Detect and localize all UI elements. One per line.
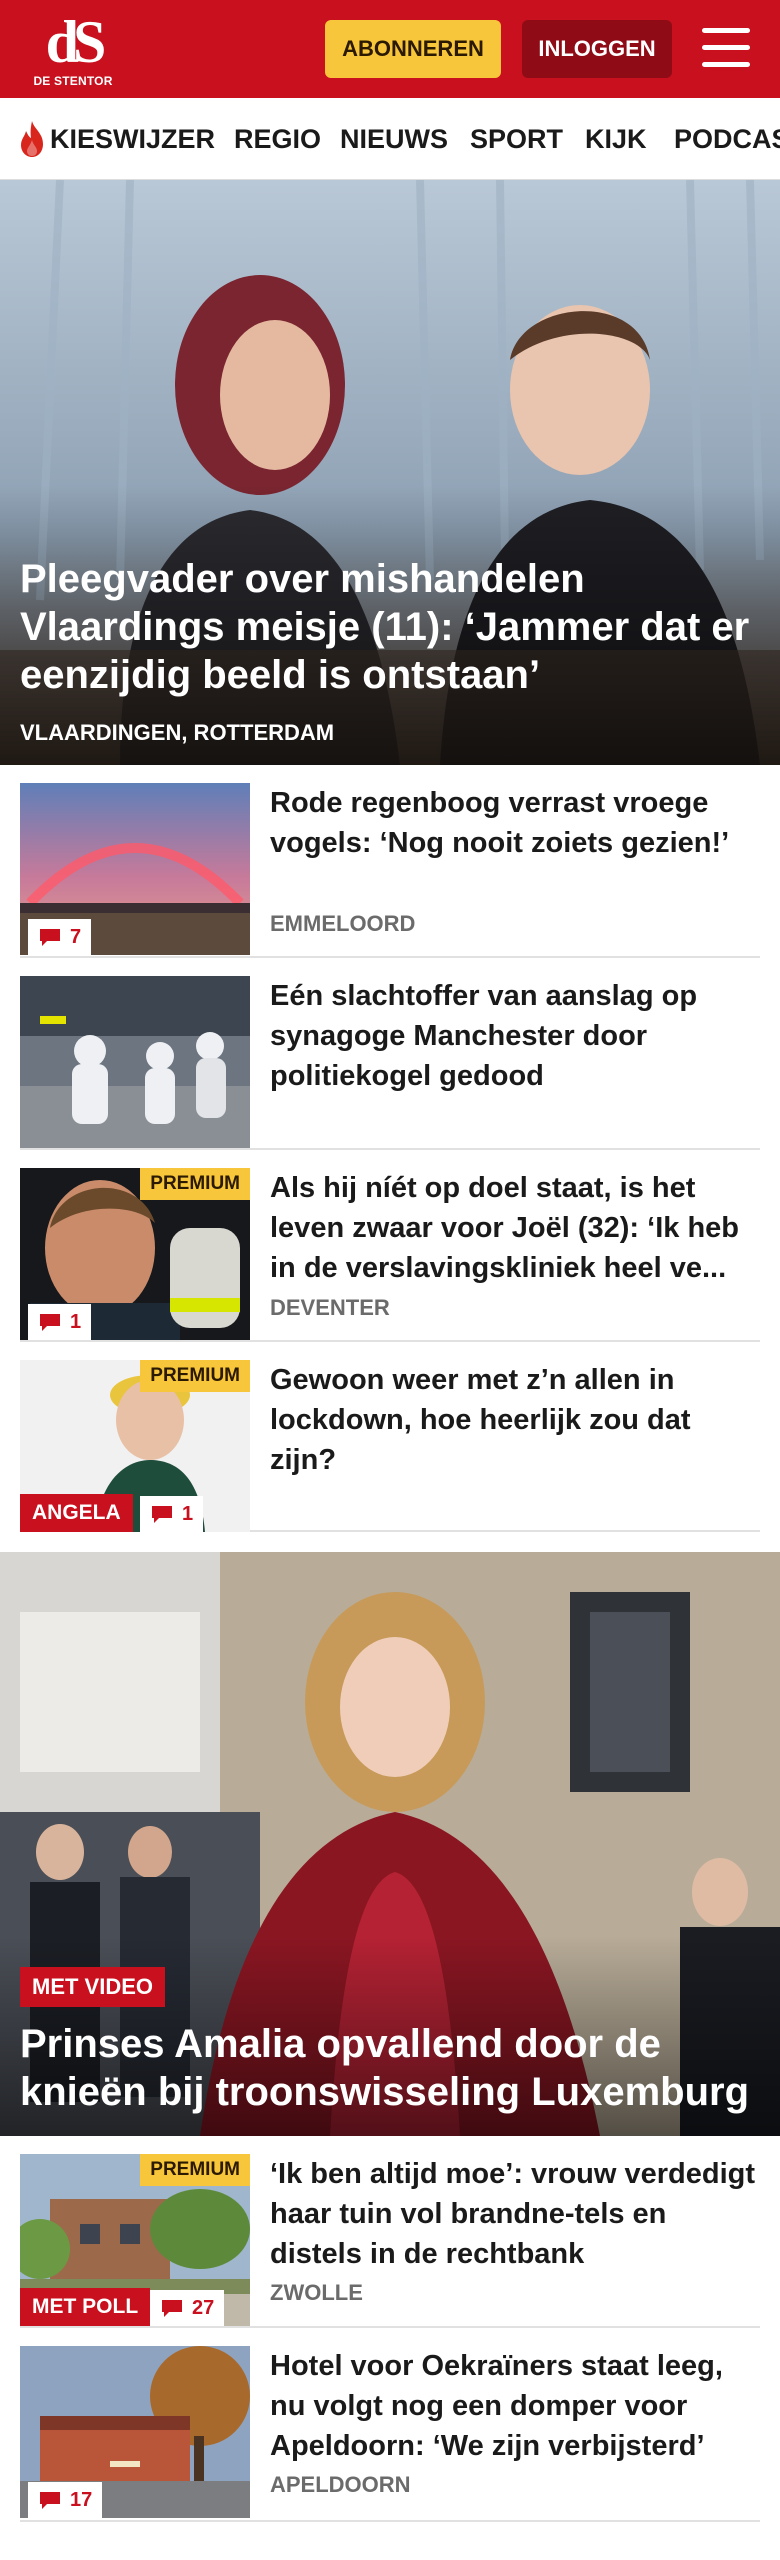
comment-icon (152, 1506, 172, 1523)
nav-item-regio[interactable]: REGIO (234, 98, 321, 179)
logo[interactable]: dS DE STENTOR (28, 12, 118, 88)
comment-count[interactable]: 1 (28, 1304, 92, 1340)
article-item[interactable]: 17 Hotel voor Oekraïners staat leeg, nu … (20, 2328, 760, 2522)
feature-article[interactable]: MET VIDEO Prinses Amalia opvallend door … (0, 1552, 780, 2136)
video-tag: MET VIDEO (20, 1967, 166, 2007)
article-thumbnail: 7 (20, 783, 250, 955)
article-item[interactable]: Eén slachtoffer van aanslag op synagoge … (20, 958, 760, 1150)
comment-count-value: 1 (70, 1310, 82, 1333)
hero-location: VLAARDINGEN, ROTTERDAM (20, 720, 335, 745)
hero-article[interactable]: Pleegvader over mishandelen Vlaardings m… (0, 180, 780, 765)
section-nav: KIESWIJZER REGIO NIEUWS SPORT KIJK PODCA… (0, 98, 780, 180)
article-headline[interactable]: Als hij níét op doel staat, is het leven… (270, 1168, 760, 1288)
article-location: DEVENTER (270, 1295, 390, 1320)
hero-headline[interactable]: Pleegvader over mishandelen Vlaardings m… (20, 555, 770, 699)
article-location: ZWOLLE (270, 2280, 363, 2305)
comment-icon (40, 1314, 60, 1331)
article-item[interactable]: PREMIUM ANGELA 1 Gewoon weer met z’n all… (20, 1342, 760, 1532)
comment-count-value: 7 (70, 925, 82, 948)
article-headline[interactable]: Hotel voor Oekraïners staat leeg, nu vol… (270, 2346, 760, 2466)
nav-item-kijk[interactable]: KIJK (585, 98, 647, 179)
article-thumbnail: PREMIUM 1 (20, 1168, 250, 1340)
comment-count[interactable]: 27 (150, 2290, 225, 2326)
comment-icon (40, 2492, 60, 2509)
author-tag: ANGELA (20, 1494, 133, 1532)
article-location: EMMELOORD (270, 911, 416, 936)
nav-item-kieswijzer[interactable]: KIESWIJZER (50, 98, 215, 179)
nav-item-sport[interactable]: SPORT (470, 98, 563, 179)
article-thumbnail: PREMIUM MET POLL 27 (20, 2154, 250, 2326)
article-thumbnail (20, 976, 250, 1148)
comment-icon (40, 929, 60, 946)
article-headline[interactable]: Eén slachtoffer van aanslag op synagoge … (270, 976, 760, 1096)
article-location: APELDOORN (270, 2472, 411, 2497)
comment-count[interactable]: 1 (140, 1496, 204, 1532)
article-headline[interactable]: Rode regenboog verrast vroege vogels: ‘N… (270, 783, 760, 863)
logo-subtitle: DE STENTOR (33, 74, 113, 88)
feature-headline[interactable]: Prinses Amalia opvallend door de knieën … (20, 2020, 780, 2116)
login-button[interactable]: INLOGGEN (522, 20, 672, 78)
comment-count-value: 17 (70, 2488, 93, 2511)
article-headline[interactable]: ‘Ik ben altijd moe’: vrouw verdedigt haa… (270, 2154, 760, 2274)
premium-badge: PREMIUM (140, 2154, 250, 2186)
comment-icon (162, 2300, 182, 2317)
logo-mark: dS (45, 9, 107, 75)
menu-icon[interactable] (700, 24, 752, 72)
poll-tag: MET POLL (20, 2288, 151, 2326)
subscribe-button[interactable]: ABONNEREN (325, 20, 501, 78)
comment-count[interactable]: 17 (28, 2482, 103, 2518)
article-thumbnail: 17 (20, 2346, 250, 2518)
comment-count-value: 1 (182, 1502, 194, 1525)
flame-icon (21, 121, 43, 157)
top-header: dS DE STENTOR ABONNEREN INLOGGEN (0, 0, 780, 98)
article-item[interactable]: 7 Rode regenboog verrast vroege vogels: … (20, 765, 760, 958)
article-headline[interactable]: Gewoon weer met z’n allen in lockdown, h… (270, 1360, 760, 1480)
forensics-image (20, 976, 250, 1148)
nav-item-podcast[interactable]: PODCAS (674, 98, 780, 179)
article-thumbnail: PREMIUM ANGELA 1 (20, 1360, 250, 1532)
article-item[interactable]: PREMIUM MET POLL 27 ‘Ik ben altijd moe’:… (20, 2136, 760, 2328)
article-item[interactable]: PREMIUM 1 Als hij níét op doel staat, is… (20, 1150, 760, 1342)
comment-count[interactable]: 7 (28, 919, 92, 955)
comment-count-value: 27 (192, 2296, 215, 2319)
nav-item-nieuws[interactable]: NIEUWS (340, 98, 448, 179)
premium-badge: PREMIUM (140, 1168, 250, 1200)
premium-badge: PREMIUM (140, 1360, 250, 1392)
